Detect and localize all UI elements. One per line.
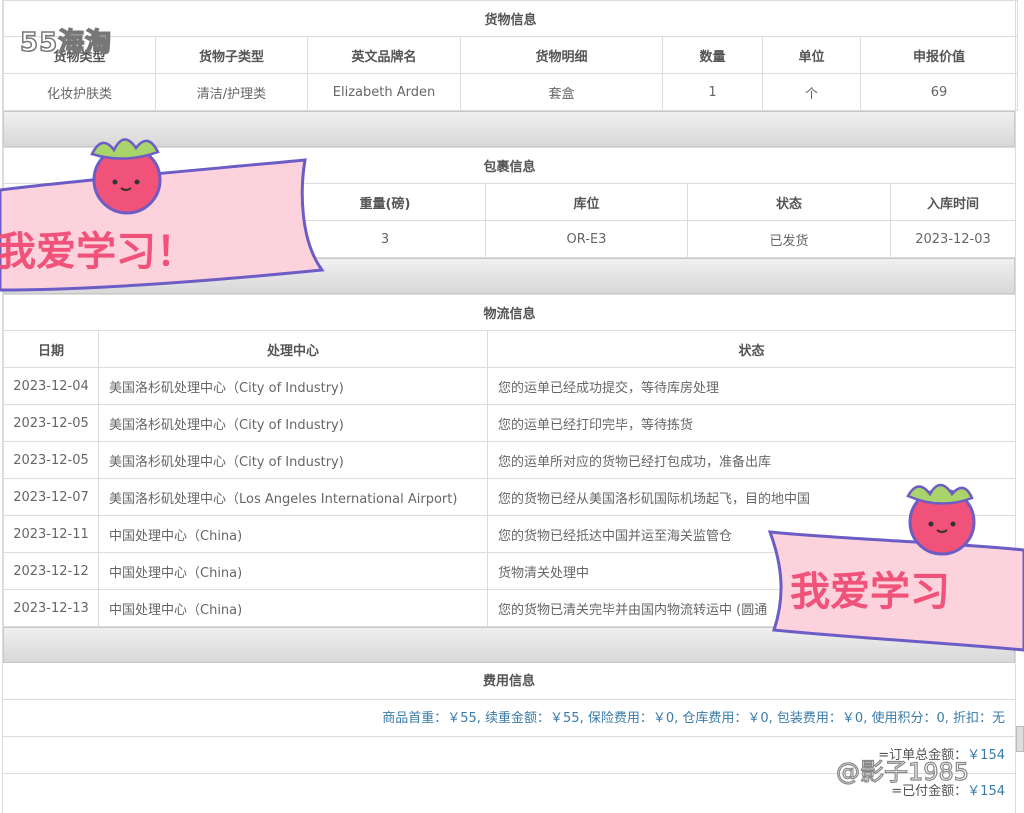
logistics-date: 2023-12-07: [3, 478, 99, 516]
logistics-center: 美国洛杉矶处理中心（Los Angeles International Airp…: [98, 478, 488, 516]
package-location: OR-E3: [485, 220, 688, 258]
goods-col-unit: 单位: [762, 36, 861, 74]
site-watermark: 55海淘: [19, 27, 113, 59]
goods-detail: 套盒: [460, 73, 663, 111]
goods-type: 化妆护肤类: [3, 73, 156, 111]
fees-section-title: 费用信息: [3, 663, 1015, 700]
sticker-text-2: 我爱学习: [790, 569, 950, 615]
author-watermark: @影子1985: [835, 757, 970, 786]
package-status: 已发货: [687, 220, 891, 258]
fees-total-value: ￥154: [967, 748, 1005, 763]
sticker-text: 我爱学习！: [0, 229, 196, 275]
goods-header-row: 货物类型 货物子类型 英文品牌名 货物明细 数量 单位 申报价值: [3, 36, 1019, 74]
package-col-status: 状态: [687, 183, 891, 221]
goods-brand: Elizabeth Arden: [307, 73, 461, 111]
goods-subtype: 清洁/护理类: [155, 73, 308, 111]
logistics-status: 您的运单已经成功提交，等待库房处理: [487, 367, 1016, 405]
logistics-col-date: 日期: [3, 330, 99, 368]
goods-col-brand: 英文品牌名: [307, 36, 461, 74]
logistics-date: 2023-12-11: [3, 515, 99, 553]
logistics-date: 2023-12-12: [3, 552, 99, 590]
goods-section-title: 货物信息: [2, 0, 1019, 37]
logistics-date: 2023-12-05: [3, 404, 99, 442]
goods-col-qty: 数量: [662, 36, 763, 74]
logistics-center: 中国处理中心（China): [98, 552, 488, 590]
goods-col-value: 申报价值: [859, 36, 1019, 74]
strawberry-sticker-icon: 我爱学习！: [0, 138, 325, 292]
logistics-col-center: 处理中心: [98, 330, 488, 368]
logistics-header-row: 日期 处理中心 状态: [3, 330, 1016, 368]
goods-col-detail: 货物明细: [460, 36, 663, 74]
logistics-center: 美国洛杉矶处理中心（City of Industry): [98, 404, 488, 442]
package-col-date: 入库时间: [889, 183, 1017, 221]
goods-col-subtype: 货物子类型: [155, 36, 308, 74]
table-row: 2023-12-05 美国洛杉矶处理中心（City of Industry) 您的运…: [3, 441, 1016, 479]
goods-qty: 1: [662, 73, 763, 111]
logistics-date: 2023-12-13: [3, 589, 99, 627]
logistics-center: 美国洛杉矶处理中心（City of Industry): [98, 441, 488, 479]
strawberry-sticker-icon-2: 我爱学习: [767, 483, 1024, 652]
fees-detail: 商品首重：￥55, 续重金额：￥55, 保险费用：￥0, 仓库费用：￥0, 包装…: [3, 700, 1015, 737]
scrollbar-thumb[interactable]: [1016, 726, 1024, 752]
logistics-status: 您的运单所对应的货物已经打包成功，准备出库: [487, 441, 1016, 479]
logistics-status: 您的运单已经打印完毕，等待拣货: [487, 404, 1016, 442]
fees-paid-value: ￥154: [967, 784, 1005, 799]
logistics-center: 美国洛杉矶处理中心（City of Industry): [98, 367, 488, 405]
logistics-date: 2023-12-04: [3, 367, 99, 405]
goods-unit: 个: [762, 73, 861, 111]
table-row: 2023-12-05 美国洛杉矶处理中心（City of Industry) 您的运…: [3, 404, 1016, 442]
goods-value: 69: [859, 73, 1019, 111]
logistics-center: 中国处理中心（China): [98, 515, 488, 553]
logistics-col-status: 状态: [487, 330, 1016, 368]
logistics-date: 2023-12-05: [3, 441, 99, 479]
goods-table: 货物信息 货物类型 货物子类型 英文品牌名 货物明细 数量 单位 申报价值 化妆…: [2, 0, 1019, 111]
logistics-center: 中国处理中心（China): [98, 589, 488, 627]
table-row: 化妆护肤类 清洁/护理类 Elizabeth Arden 套盒 1 个 69: [3, 73, 1019, 111]
package-date: 2023-12-03: [889, 220, 1017, 258]
order-detail-panel: 货物信息 货物类型 货物子类型 英文品牌名 货物明细 数量 单位 申报价值 化妆…: [2, 0, 1019, 813]
package-col-location: 库位: [485, 183, 688, 221]
table-row: 2023-12-04 美国洛杉矶处理中心（City of Industry) 您的运…: [3, 367, 1016, 405]
